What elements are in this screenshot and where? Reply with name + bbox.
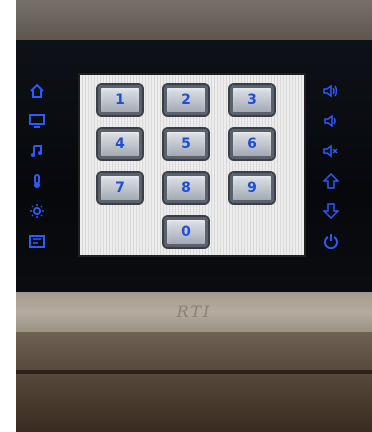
channel-up-icon[interactable] xyxy=(322,172,340,190)
key-7-label: 7 xyxy=(115,180,125,196)
key-1-label: 1 xyxy=(115,92,125,108)
wall-trim xyxy=(16,370,372,374)
key-0[interactable]: 0 xyxy=(162,215,210,249)
key-8-label: 8 xyxy=(181,180,191,196)
channel-down-icon[interactable] xyxy=(322,202,340,220)
key-4-label: 4 xyxy=(115,136,125,152)
key-5-label: 5 xyxy=(181,136,191,152)
key-0-label: 0 xyxy=(181,224,191,240)
key-9-label: 9 xyxy=(247,180,257,196)
volume-down-icon[interactable] xyxy=(322,112,340,130)
key-2-label: 2 xyxy=(181,92,191,108)
music-icon[interactable] xyxy=(28,142,46,160)
media-icon[interactable] xyxy=(28,232,46,250)
brand-logo: RTI xyxy=(176,302,212,321)
touch-screen: 1 2 3 4 5 6 7 8 9 0 xyxy=(78,73,306,257)
volume-up-icon[interactable] xyxy=(322,82,340,100)
key-3-label: 3 xyxy=(247,92,257,108)
frame-top xyxy=(16,0,372,40)
key-7[interactable]: 7 xyxy=(96,171,144,205)
key-5[interactable]: 5 xyxy=(162,127,210,161)
key-9[interactable]: 9 xyxy=(228,171,276,205)
lighting-icon[interactable] xyxy=(28,202,46,220)
wall-background xyxy=(16,332,372,432)
key-8[interactable]: 8 xyxy=(162,171,210,205)
key-4[interactable]: 4 xyxy=(96,127,144,161)
key-1[interactable]: 1 xyxy=(96,83,144,117)
key-2[interactable]: 2 xyxy=(162,83,210,117)
thermometer-icon[interactable] xyxy=(28,172,46,190)
key-6[interactable]: 6 xyxy=(228,127,276,161)
power-icon[interactable] xyxy=(322,232,340,250)
tv-icon[interactable] xyxy=(28,112,46,130)
key-3[interactable]: 3 xyxy=(228,83,276,117)
key-6-label: 6 xyxy=(247,136,257,152)
home-icon[interactable] xyxy=(28,82,46,100)
mute-icon[interactable] xyxy=(322,142,340,160)
remote-photo: RTI 1 2 3 4 5 6 7 8 9 0 xyxy=(16,0,372,432)
